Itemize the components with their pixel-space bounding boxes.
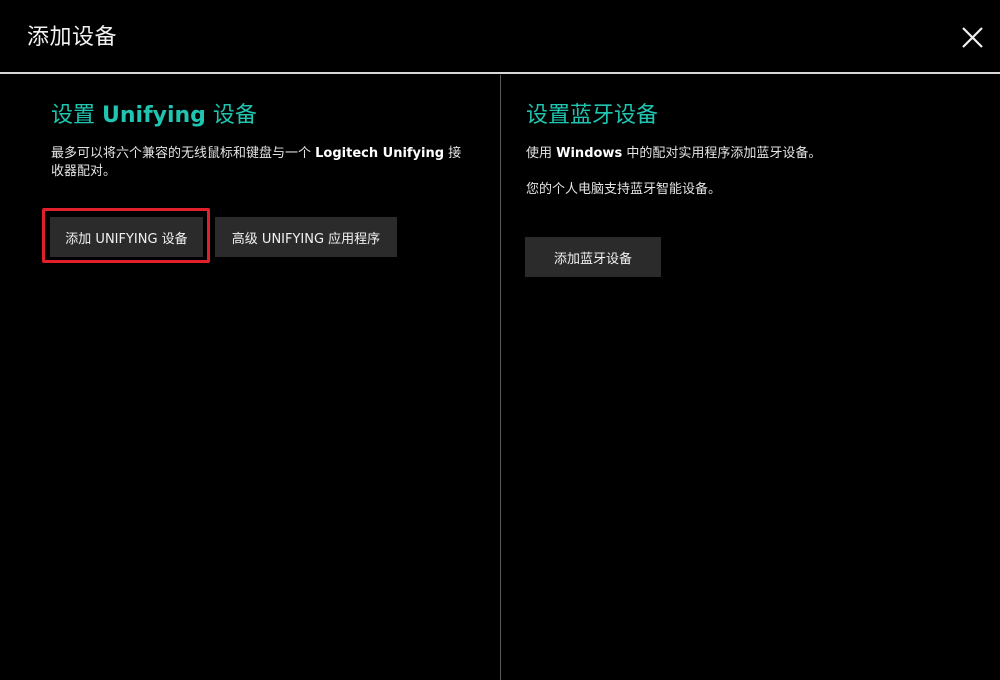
unifying-title-prefix: 设置 [51,103,102,128]
unifying-title-suffix: 设备 [205,103,257,128]
unifying-panel: 设置 Unifying 设备 最多可以将六个兼容的无线鼠标和键盘与一个 Logi… [0,75,500,680]
add-bluetooth-device-button[interactable]: 添加蓝牙设备 [525,237,661,277]
advanced-unifying-app-button[interactable]: 高级 UNIFYING 应用程序 [215,217,397,257]
bluetooth-panel: 设置蓝牙设备 使用 Windows 中的配对实用程序添加蓝牙设备。 您的个人电脑… [501,75,1000,680]
unifying-title: 设置 Unifying 设备 [51,97,257,129]
add-device-window: 添加设备 设置 Unifying 设备 最多可以将六个兼容的无线鼠标和键盘与一个… [0,0,1000,680]
unifying-desc-brand: Logitech Unifying [315,146,445,161]
bluetooth-desc-prefix: 使用 [526,146,557,161]
bluetooth-title: 设置蓝牙设备 [526,103,659,128]
add-unifying-device-button[interactable]: 添加 UNIFYING 设备 [50,217,203,257]
unifying-desc-suffix: 接 [444,146,462,161]
bluetooth-desc-brand: Windows [556,146,623,161]
unifying-title-brand: Unifying [102,103,206,128]
bluetooth-desc-1: 使用 Windows 中的配对实用程序添加蓝牙设备。 [526,145,986,163]
bluetooth-desc-suffix: 中的配对实用程序添加蓝牙设备。 [622,146,822,161]
close-button[interactable] [958,22,988,52]
unifying-desc-prefix: 最多可以将六个兼容的无线鼠标和键盘与一个 [51,146,316,161]
title-bar: 添加设备 [0,0,1000,74]
close-icon [962,27,983,48]
bluetooth-desc-2: 您的个人电脑支持蓝牙智能设备。 [526,182,722,197]
unifying-desc-line2: 收器配对。 [51,164,117,179]
unifying-desc-line1: 最多可以将六个兼容的无线鼠标和键盘与一个 Logitech Unifying 接 [51,145,491,163]
unifying-description: 最多可以将六个兼容的无线鼠标和键盘与一个 Logitech Unifying 接… [51,145,491,181]
window-title: 添加设备 [27,25,118,50]
